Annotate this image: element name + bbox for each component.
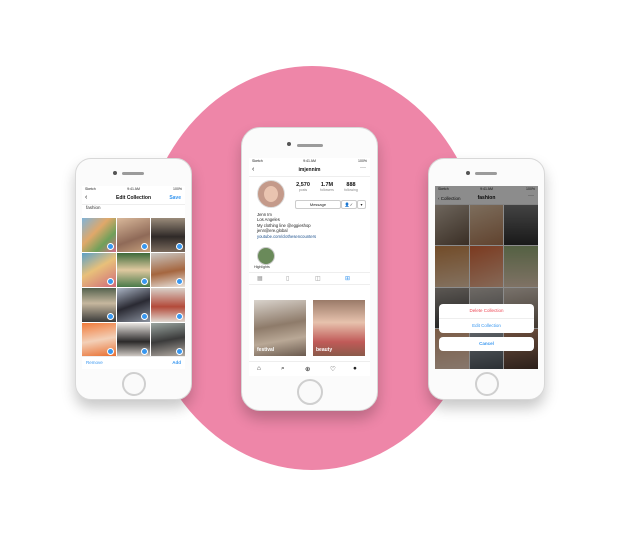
clock: 9:41 AM (303, 159, 316, 163)
camera (466, 171, 470, 175)
tagged-icon[interactable]: ◫ (315, 275, 321, 282)
photo-tile[interactable] (82, 288, 116, 322)
photo-tile[interactable] (151, 253, 185, 287)
profile-icon[interactable]: ● (353, 365, 357, 372)
grid-icon[interactable]: ▦ (257, 275, 263, 282)
follow-user-icon[interactable]: 👤✓ (341, 200, 357, 209)
selected-check-icon (141, 313, 149, 320)
phone-edit-collection: Sketch 9:41 AM 100% ‹ Edit Collection Sa… (75, 158, 192, 400)
selected-check-icon (141, 348, 149, 355)
add-button[interactable]: Add (172, 360, 181, 365)
nav-bar: ‹ Edit Collection Save (82, 193, 185, 205)
feed-icon[interactable]: ▯ (286, 275, 289, 282)
camera (287, 142, 291, 146)
phone-collection-actions: Sketch 9:41 AM 100% ‹ Collection fashion… (428, 158, 545, 400)
selected-check-icon (106, 278, 114, 285)
status-bar: Sketch 9:41 AM 100% (249, 158, 370, 165)
collection-tile[interactable]: festival (254, 300, 306, 356)
selected-check-icon (141, 278, 149, 285)
save-button[interactable]: Save (169, 195, 181, 201)
home-button[interactable] (297, 379, 323, 405)
photo-tile[interactable] (116, 218, 151, 252)
collection-tile[interactable]: beauty (313, 300, 365, 356)
collection-name-field[interactable]: fashion (86, 205, 101, 210)
phone-profile: Sketch 9:41 AM 100% ‹ imjennim ··· 2,570… (241, 127, 378, 411)
username: imjennim (298, 167, 321, 173)
highlight-circle[interactable] (257, 247, 275, 265)
battery: 100% (173, 187, 182, 191)
selected-check-icon (176, 348, 183, 355)
photo-tile[interactable] (82, 323, 116, 357)
home-icon[interactable]: ⌂ (257, 365, 261, 372)
cancel-button[interactable]: Cancel (439, 337, 534, 351)
photo-tile[interactable] (116, 288, 151, 322)
stat-followers[interactable]: 1.7M followers (315, 182, 339, 192)
stat-posts[interactable]: 2,570 posts (291, 182, 315, 192)
selected-check-icon (176, 313, 183, 320)
stat-following[interactable]: 888 following (339, 182, 363, 192)
new-post-icon[interactable]: ⊕ (305, 365, 310, 373)
selected-check-icon (106, 313, 114, 320)
speaker (297, 144, 323, 147)
photo-tile[interactable] (116, 323, 151, 357)
avatar[interactable] (257, 180, 285, 208)
collection-label: festival (257, 347, 275, 353)
battery: 100% (358, 159, 367, 163)
message-button[interactable]: Message (295, 200, 341, 209)
edit-collection-button[interactable]: Edit Collection (439, 319, 534, 333)
selected-check-icon (141, 243, 149, 250)
camera (113, 171, 117, 175)
search-icon[interactable]: ⌕ (281, 365, 285, 373)
photo-grid (82, 218, 185, 357)
remove-button[interactable]: Remove (86, 360, 103, 365)
delete-collection-button[interactable]: Delete Collection (439, 304, 534, 319)
photo-tile[interactable] (151, 218, 185, 252)
speaker (475, 172, 497, 175)
bottom-action-bar: Remove Add (82, 356, 185, 369)
more-icon[interactable]: ··· (360, 165, 366, 171)
profile-link[interactable]: youtube.com/clothesencounters (257, 234, 316, 239)
photo-tile[interactable] (82, 218, 116, 252)
profile-tabs: ▦ ▯ ◫ ⊞ (249, 272, 370, 285)
chevron-down-icon[interactable]: ▾ (357, 200, 366, 209)
cancel-sheet: Cancel (439, 337, 534, 351)
photo-tile[interactable] (116, 253, 151, 287)
clock: 9:41 AM (127, 187, 140, 191)
selected-check-icon (106, 348, 114, 355)
home-button[interactable] (122, 372, 146, 396)
collection-label: beauty (316, 347, 333, 353)
selected-check-icon (106, 243, 114, 250)
photo-tile[interactable] (82, 253, 116, 287)
photo-tile[interactable] (151, 323, 185, 357)
selected-check-icon (176, 278, 183, 285)
bio: Jenn Im Los Angeles My clothing line @eg… (257, 212, 316, 239)
screen-profile: Sketch 9:41 AM 100% ‹ imjennim ··· 2,570… (249, 158, 370, 376)
speaker (122, 172, 144, 175)
tab-bar: ⌂ ⌕ ⊕ ♡ ● (249, 361, 370, 376)
photo-tile[interactable] (151, 288, 185, 322)
heart-icon[interactable]: ♡ (330, 365, 336, 373)
nav-bar: ‹ imjennim ··· (249, 165, 370, 177)
action-sheet: Delete Collection Edit Collection (439, 304, 534, 333)
highlight-label: Highlights (254, 265, 270, 269)
home-button[interactable] (475, 372, 499, 396)
status-bar: Sketch 9:41 AM 100% (82, 186, 185, 193)
screen-collection: Sketch 9:41 AM 100% ‹ Collection fashion… (435, 186, 538, 369)
saved-icon[interactable]: ⊞ (345, 275, 350, 282)
screen-edit-collection: Sketch 9:41 AM 100% ‹ Edit Collection Sa… (82, 186, 185, 369)
selected-check-icon (176, 243, 183, 250)
